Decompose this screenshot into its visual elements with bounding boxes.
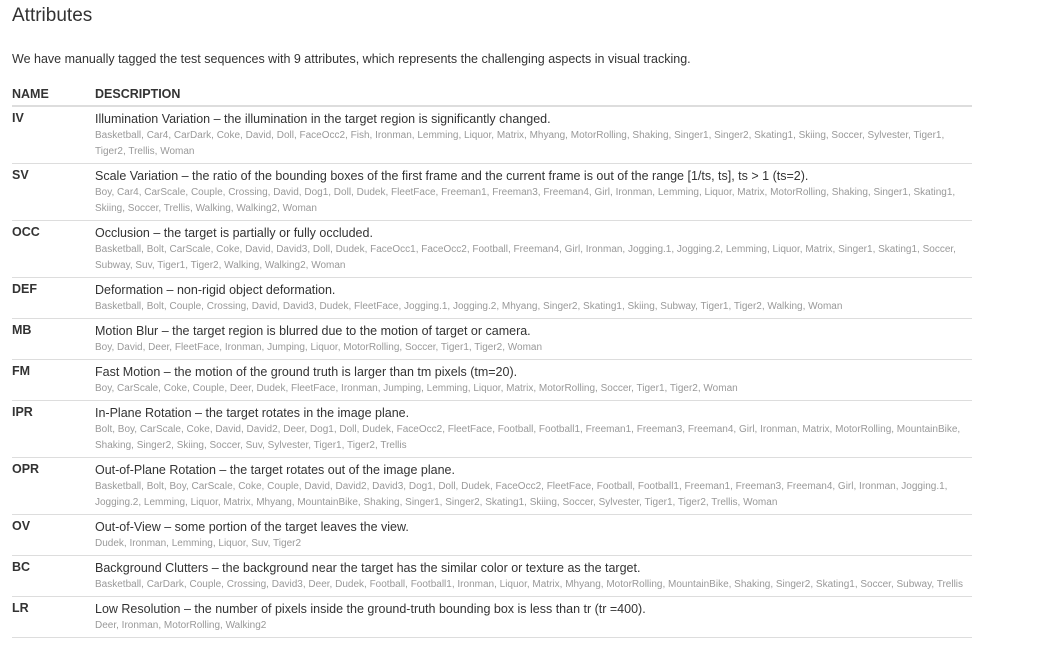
attribute-cell: Background Clutters – the background nea… bbox=[95, 555, 972, 597]
page-title: Attributes bbox=[12, 5, 93, 26]
attribute-sequences: Basketball, Bolt, Couple, Crossing, Davi… bbox=[95, 301, 843, 312]
attribute-code: LR bbox=[12, 596, 95, 638]
attribute-description: Scale Variation – the ratio of the bound… bbox=[95, 169, 809, 183]
name-column-header: NAME bbox=[12, 86, 95, 107]
table-header-row: NAME DESCRIPTION bbox=[12, 86, 972, 107]
table-row: OV Out-of-View – some portion of the tar… bbox=[12, 514, 972, 556]
attribute-description: Motion Blur – the target region is blurr… bbox=[95, 324, 531, 338]
attribute-cell: Out-of-View – some portion of the target… bbox=[95, 514, 972, 556]
attribute-description: Low Resolution – the number of pixels in… bbox=[95, 602, 646, 616]
attribute-description: Out-of-View – some portion of the target… bbox=[95, 520, 409, 534]
attribute-cell: Motion Blur – the target region is blurr… bbox=[95, 318, 972, 360]
table-row: OCC Occlusion – the target is partially … bbox=[12, 220, 972, 278]
attribute-cell: Deformation – non-rigid object deformati… bbox=[95, 277, 972, 319]
table-row: DEF Deformation – non-rigid object defor… bbox=[12, 277, 972, 319]
attribute-cell: Scale Variation – the ratio of the bound… bbox=[95, 163, 972, 221]
attribute-sequences: Boy, David, Deer, FleetFace, Ironman, Ju… bbox=[95, 342, 543, 353]
attribute-sequences: Basketball, Bolt, Boy, CarScale, Coke, C… bbox=[95, 481, 948, 508]
table-row: IPR In-Plane Rotation – the target rotat… bbox=[12, 400, 972, 458]
attribute-cell: Low Resolution – the number of pixels in… bbox=[95, 596, 972, 638]
attribute-cell: Occlusion – the target is partially or f… bbox=[95, 220, 972, 278]
attribute-cell: In-Plane Rotation – the target rotates i… bbox=[95, 400, 972, 458]
attribute-code: OV bbox=[12, 514, 95, 556]
attribute-sequences: Dudek, Ironman, Lemming, Liquor, Suv, Ti… bbox=[95, 538, 302, 549]
attribute-sequences: Bolt, Boy, CarScale, Coke, David, David2… bbox=[95, 424, 961, 451]
attribute-description: Deformation – non-rigid object deformati… bbox=[95, 283, 336, 297]
attribute-code: MB bbox=[12, 318, 95, 360]
attribute-sequences: Boy, Car4, CarScale, Couple, Crossing, D… bbox=[95, 187, 956, 214]
attribute-code: BC bbox=[12, 555, 95, 597]
attribute-description: Occlusion – the target is partially or f… bbox=[95, 226, 373, 240]
attributes-page: Attributes We have manually tagged the t… bbox=[0, 0, 1038, 657]
table-row: BC Background Clutters – the background … bbox=[12, 555, 972, 597]
table-row: OPR Out-of-Plane Rotation – the target r… bbox=[12, 457, 972, 515]
attribute-code: IPR bbox=[12, 400, 95, 458]
table-row: IV Illumination Variation – the illumina… bbox=[12, 106, 972, 164]
attribute-cell: Illumination Variation – the illuminatio… bbox=[95, 106, 972, 164]
attribute-description: Illumination Variation – the illuminatio… bbox=[95, 112, 551, 126]
attribute-description: Fast Motion – the motion of the ground t… bbox=[95, 365, 518, 379]
attribute-code: FM bbox=[12, 359, 95, 401]
table-row: FM Fast Motion – the motion of the groun… bbox=[12, 359, 972, 401]
attribute-code: SV bbox=[12, 163, 95, 221]
table-row: LR Low Resolution – the number of pixels… bbox=[12, 596, 972, 638]
attribute-sequences: Deer, Ironman, MotorRolling, Walking2 bbox=[95, 620, 267, 631]
attribute-cell: Fast Motion – the motion of the ground t… bbox=[95, 359, 972, 401]
attributes-table: NAME DESCRIPTION IV Illumination Variati… bbox=[12, 86, 972, 638]
attribute-description: Out-of-Plane Rotation – the target rotat… bbox=[95, 463, 455, 477]
attribute-description: Background Clutters – the background nea… bbox=[95, 561, 641, 575]
attribute-cell: Out-of-Plane Rotation – the target rotat… bbox=[95, 457, 972, 515]
attribute-sequences: Boy, CarScale, Coke, Couple, Deer, Dudek… bbox=[95, 383, 738, 394]
attribute-description: In-Plane Rotation – the target rotates i… bbox=[95, 406, 410, 420]
attribute-sequences: Basketball, Bolt, CarScale, Coke, David,… bbox=[95, 244, 956, 271]
intro-text: We have manually tagged the test sequenc… bbox=[12, 52, 691, 66]
attribute-code: OPR bbox=[12, 457, 95, 515]
description-column-header: DESCRIPTION bbox=[95, 86, 972, 107]
attribute-sequences: Basketball, CarDark, Couple, Crossing, D… bbox=[95, 579, 964, 590]
attribute-code: IV bbox=[12, 106, 95, 164]
table-row: MB Motion Blur – the target region is bl… bbox=[12, 318, 972, 360]
attribute-sequences: Basketball, Car4, CarDark, Coke, David, … bbox=[95, 130, 945, 157]
attribute-code: OCC bbox=[12, 220, 95, 278]
table-row: SV Scale Variation – the ratio of the bo… bbox=[12, 163, 972, 221]
attribute-code: DEF bbox=[12, 277, 95, 319]
